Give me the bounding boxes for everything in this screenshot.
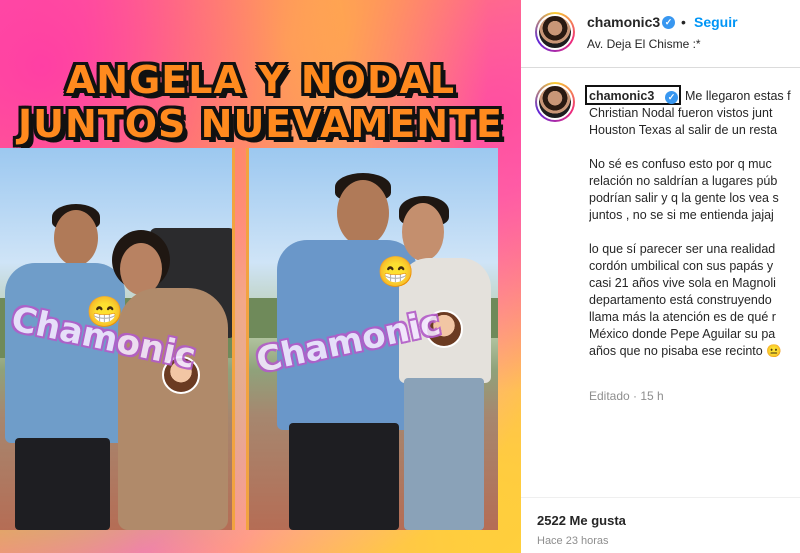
verified-badge-icon: ✓ <box>662 16 675 29</box>
caption-line: podrían salir y q la gente los vea s <box>589 191 779 205</box>
post-header: chamonic3 ✓ • Seguir Av. Deja El Chisme … <box>521 0 800 68</box>
separator-dot: • <box>681 14 686 30</box>
caption-line <box>589 224 800 241</box>
author-avatar[interactable] <box>535 12 575 52</box>
caption-line: años que no pisaba ese recinto 😐 <box>589 344 782 358</box>
caption-line: departamento está construyendo <box>589 293 772 307</box>
caption-line: México donde Pepe Aguilar su pa <box>589 327 776 341</box>
caption-line: casi 21 años vive sola en Magnoli <box>589 276 776 290</box>
caption-author-avatar[interactable] <box>535 82 575 122</box>
image-headline-line1: ANGELA Y NODAL <box>65 58 456 102</box>
grin-emoji-right: 😁 <box>377 256 415 289</box>
caption-line: lo que sí parecer ser una realidad <box>589 242 776 256</box>
caption-line: cordón umbilical con sus papás y <box>589 259 774 273</box>
post-caption: Me llegaron estas f Christian Nodal fuero… <box>589 88 800 360</box>
header-subtitle: Av. Deja El Chisme :* <box>587 37 701 51</box>
caption-line: No sé es confuso esto por q muc <box>589 157 772 171</box>
caption-line <box>589 139 800 156</box>
caption-line: Me llegaron estas f <box>685 89 791 103</box>
follow-button[interactable]: Seguir <box>694 14 738 30</box>
like-count[interactable]: 2522 Me gusta <box>537 513 626 528</box>
post-side-panel: chamonic3 ✓ • Seguir Av. Deja El Chisme … <box>521 0 800 553</box>
divider <box>521 497 800 498</box>
edited-timestamp: Editado · 15 h <box>589 389 664 403</box>
header-username[interactable]: chamonic3 <box>587 14 660 30</box>
image-headline-line2: JUNTOS NUEVAMENTE <box>18 102 503 146</box>
caption-line: Houston Texas al salir de un resta <box>589 123 778 137</box>
caption-line: llama más la atención es de qué r <box>589 310 776 324</box>
post-image[interactable]: ANGELA Y NODAL JUNTOS NUEVAMENTE 😁 😁 Cha… <box>0 0 521 553</box>
post-time[interactable]: Hace 23 horas <box>537 535 609 547</box>
caption-line: relación no saldrían a lugares púb <box>589 174 778 188</box>
caption-line: juntos , no se si me entienda jajaj <box>589 208 774 222</box>
caption-line: Christian Nodal fueron vistos junt <box>589 106 773 120</box>
